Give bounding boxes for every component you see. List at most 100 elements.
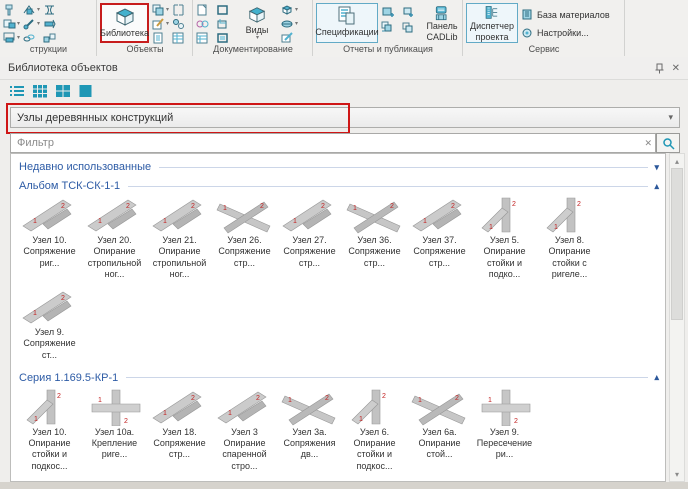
library-item[interactable]: 12 Узел 9. Пересечение ри... [472, 388, 537, 472]
publish-copy-icon[interactable] [401, 20, 418, 33]
scrollbar-thumb[interactable] [671, 168, 683, 320]
clear-filter-icon[interactable]: ✕ [644, 138, 652, 158]
library-item[interactable]: 12 Узел 36. Сопряжение стр... [342, 196, 407, 280]
object-edit-icon[interactable]: ▾ [152, 17, 169, 30]
library-item[interactable]: 12 Узел 10. Сопряжение риг... [17, 196, 82, 280]
project-manager-icon [480, 5, 504, 21]
brace-tool-icon[interactable]: ▾ [23, 17, 40, 30]
close-icon[interactable]: ✕ [672, 63, 680, 74]
grid-large-view-icon[interactable] [77, 82, 95, 99]
views-button-label: Виды [246, 25, 269, 35]
project-manager-button[interactable]: Диспетчер проекта [466, 3, 518, 43]
section-chevron-icon[interactable]: ▾ [654, 162, 661, 173]
item-thumbnail: 12 [281, 196, 339, 234]
grid-medium-view-icon[interactable] [54, 82, 72, 99]
scrollbar[interactable]: ▴ ▾ [669, 153, 685, 482]
spec-table-icon[interactable] [196, 31, 213, 44]
model-view-icon[interactable]: ▾ [281, 3, 298, 16]
materials-db-button[interactable]: База материалов [521, 7, 610, 22]
cadlib-panel-label: Панель CADLib [426, 21, 457, 42]
library-item[interactable]: 12 Узел 27. Сопряжение стр... [277, 196, 342, 280]
list-view-icon[interactable] [8, 82, 26, 99]
library-item[interactable]: 12 Узел 6а. Опирание стой... [407, 388, 472, 472]
settings-button[interactable]: Настройки... [521, 25, 610, 40]
library-item[interactable]: 12 Узел 6. Опирание стойки и подкос... [342, 388, 407, 472]
item-thumbnail: 12 [411, 196, 469, 234]
detail-view-icon[interactable] [216, 31, 233, 44]
svg-text:1: 1 [489, 224, 493, 231]
connector-tool-icon[interactable] [43, 31, 60, 44]
compare-icon[interactable] [196, 17, 213, 30]
svg-text:2: 2 [260, 203, 264, 210]
library-item[interactable]: 12 Узел 18. Сопряжение стр... [147, 388, 212, 472]
svg-text:1: 1 [33, 310, 37, 317]
group-label-objects: Объекты [97, 44, 193, 54]
frame-tool-icon[interactable]: ▾ [3, 31, 20, 44]
item-label: Узел 27. Сопряжение стр... [277, 235, 342, 269]
svg-text:1: 1 [228, 410, 232, 417]
section-title[interactable]: Альбом ТСК-СК-1-1 [15, 180, 120, 192]
beam-tool-icon[interactable] [3, 3, 20, 16]
group-label-service: Сервис [463, 44, 625, 54]
object-doc-icon[interactable] [152, 31, 169, 44]
section-title[interactable]: Недавно использованные [15, 161, 151, 173]
library-item[interactable]: 12 Узел 10а. Крепление риге... [82, 388, 147, 472]
dropdown-arrow-icon: ▾ [295, 6, 298, 13]
cadlib-panel-button[interactable]: Панель CADLib [421, 3, 463, 43]
anchor-tool-icon[interactable] [43, 17, 60, 30]
section-chevron-icon[interactable]: ▴ [654, 181, 661, 192]
crop-view-icon[interactable] [216, 17, 233, 30]
sheet-icon[interactable] [196, 3, 213, 16]
library-item[interactable]: 12 Узел 3а. Сопряжения дв... [277, 388, 342, 472]
pin-icon[interactable] [655, 63, 664, 74]
scrollbar-track[interactable] [670, 168, 684, 467]
svg-text:2: 2 [382, 393, 386, 400]
report-copy-icon[interactable] [381, 20, 398, 33]
item-label: Узел 9. Пересечение ри... [472, 427, 537, 461]
dropdown-arrow-icon: ▾ [166, 20, 169, 27]
item-label: Узел 21. Опирание стропильной ног... [147, 235, 212, 280]
library-item[interactable]: 12 Узел 5. Опирание стойки и подко... [472, 196, 537, 280]
item-label: Узел 3а. Сопряжения дв... [277, 427, 342, 461]
item-label: Узел 10. Опирание стойки и подкос... [17, 427, 82, 472]
specifications-button[interactable]: Спецификации [316, 3, 378, 43]
object-split-icon[interactable] [172, 17, 189, 30]
scroll-down-icon[interactable]: ▾ [670, 467, 684, 481]
report-add-icon[interactable] [381, 6, 398, 19]
library-item[interactable]: 12 Узел 8. Опирание стойки с ригеле... [537, 196, 602, 280]
library-item[interactable]: 12 Узел 9. Сопряжение ст... [17, 288, 82, 361]
joint-tool-icon[interactable] [43, 3, 60, 16]
search-button[interactable] [656, 133, 680, 153]
section-chevron-icon[interactable]: ▴ [654, 372, 661, 383]
group-label-reports: Отчеты и публикация [313, 44, 463, 54]
library-item[interactable]: 12 Узел 37. Сопряжение стр... [407, 196, 472, 280]
section-plane-icon[interactable]: ▾ [281, 17, 298, 30]
library-item[interactable]: 12 Узел 10. Опирание стойки и подкос... [17, 388, 82, 472]
viewport-icon[interactable] [216, 3, 233, 16]
truss-tool-icon[interactable]: ▾ [23, 3, 40, 16]
library-button[interactable]: Библиотека [100, 3, 149, 43]
scroll-up-icon[interactable]: ▴ [670, 154, 684, 168]
column-tool-icon[interactable]: ▾ [3, 17, 20, 30]
category-dropdown[interactable]: Узлы деревянных конструкций ▾ [10, 107, 680, 128]
library-item[interactable]: 12 Узел 20. Опирание стропильной ног... [82, 196, 147, 280]
item-label: Узел 9. Сопряжение ст... [17, 327, 82, 361]
grid-small-view-icon[interactable] [31, 82, 49, 99]
object-table-icon[interactable] [172, 31, 189, 44]
specifications-button-label: Спецификации [315, 27, 378, 37]
item-thumbnail: 12 [21, 196, 79, 234]
filter-input[interactable] [10, 133, 656, 153]
project-manager-label: Диспетчер проекта [470, 21, 514, 42]
object-group-icon[interactable] [172, 3, 189, 16]
link-tool-icon[interactable] [23, 31, 40, 44]
cube-icon [113, 6, 137, 28]
library-item[interactable]: 12 Узел 21. Опирание стропильной ног... [147, 196, 212, 280]
library-item[interactable]: 12 Узел 26. Сопряжение стр... [212, 196, 277, 280]
object-copy-icon[interactable]: ▾ [152, 3, 169, 16]
library-item[interactable]: 12 Узел 3 Опирание спаренной стро... [212, 388, 277, 472]
views-button[interactable]: Виды ▾ [236, 3, 278, 43]
section-title[interactable]: Серия 1.169.5-КР-1 [15, 372, 118, 384]
settings-label: Настройки... [537, 28, 589, 38]
markup-icon[interactable] [281, 31, 298, 44]
publish-add-icon[interactable] [401, 6, 418, 19]
